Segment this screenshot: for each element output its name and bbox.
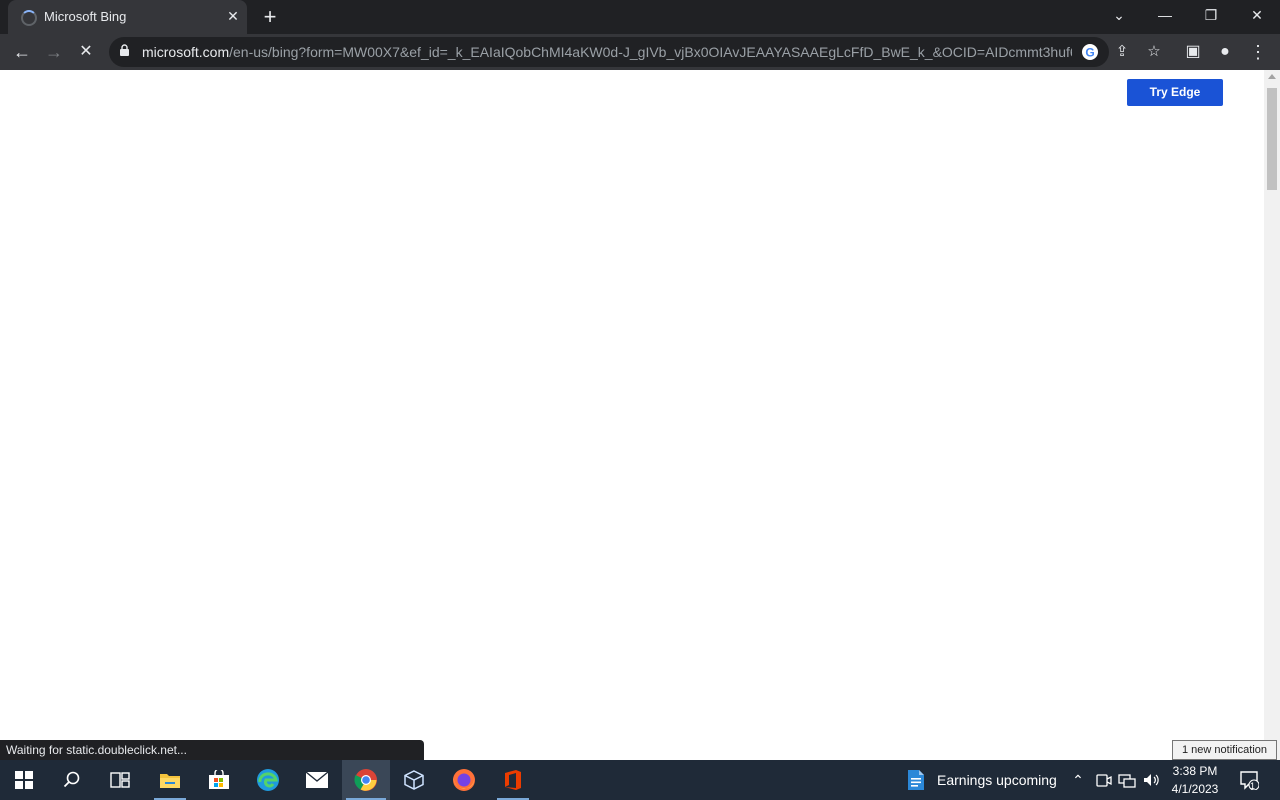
- tab-microsoft-bing[interactable]: Microsoft Bing ✕: [8, 0, 247, 34]
- tab-close-icon[interactable]: ✕: [225, 8, 241, 24]
- url-text[interactable]: microsoft.com/en-us/bing?form=MW00X7&ef_…: [142, 44, 1072, 60]
- office-icon: [505, 770, 521, 790]
- windows-taskbar: Earnings upcoming ⌃ 3:38 PM 4/1/2023 1: [0, 760, 1280, 800]
- store-icon: [209, 770, 229, 789]
- browser-menu-icon[interactable]: ⋮: [1246, 40, 1270, 64]
- taskbar-office[interactable]: [489, 760, 537, 800]
- minimize-button[interactable]: —: [1142, 0, 1188, 32]
- chrome-icon: [354, 769, 377, 791]
- taskbar-firefox[interactable]: [440, 760, 488, 800]
- file-explorer-icon: [160, 774, 180, 788]
- taskbar-mail[interactable]: [293, 760, 341, 800]
- meet-now-icon[interactable]: [1093, 770, 1113, 790]
- taskbar-chrome[interactable]: [342, 760, 390, 800]
- search-icon: [63, 771, 80, 788]
- edge-icon: [257, 769, 279, 791]
- loading-status-bubble: Waiting for static.doubleclick.net...: [0, 740, 424, 760]
- firefox-icon: [453, 769, 475, 791]
- address-bar[interactable]: microsoft.com/en-us/bing?form=MW00X7&ef_…: [109, 37, 1161, 67]
- loading-spinner-icon: [21, 10, 37, 26]
- svg-text:G: G: [1085, 46, 1094, 60]
- document-news-icon: [908, 770, 924, 790]
- share-icon[interactable]: ⇪: [1112, 42, 1132, 62]
- tab-title: Microsoft Bing: [44, 9, 127, 24]
- lock-icon[interactable]: [120, 44, 129, 56]
- new-tab-button[interactable]: +: [259, 6, 281, 28]
- taskbar-clock[interactable]: 3:38 PM 4/1/2023: [1164, 762, 1226, 798]
- virtualbox-icon: [404, 770, 424, 790]
- url-path: /en-us/bing?form=MW00X7&ef_id=_k_EAIaIQo…: [229, 44, 1072, 60]
- taskbar-virtualbox[interactable]: [390, 760, 438, 800]
- browser-tab-strip: Microsoft Bing ✕ + ⌄ — ❐ ✕: [0, 0, 1280, 34]
- stop-loading-button[interactable]: ✕: [74, 40, 98, 64]
- notification-count-badge: 1: [1250, 781, 1256, 791]
- browser-toolbar: ← → ✕ microsoft.com/en-us/bing?form=MW00…: [0, 34, 1280, 70]
- news-widget-text: Earnings upcoming: [937, 772, 1057, 788]
- restore-button[interactable]: ❐: [1188, 0, 1234, 32]
- tab-search-button[interactable]: ⌄: [1096, 0, 1142, 32]
- start-button[interactable]: [0, 760, 48, 800]
- mail-icon: [305, 771, 329, 788]
- taskbar-store[interactable]: [195, 760, 243, 800]
- taskbar-edge[interactable]: [244, 760, 292, 800]
- url-host: microsoft.com: [142, 44, 230, 60]
- page-scrollbar[interactable]: [1264, 70, 1280, 760]
- news-widget[interactable]: Earnings upcoming: [900, 760, 1060, 800]
- side-panel-icon[interactable]: ▣: [1181, 40, 1205, 64]
- forward-button[interactable]: →: [42, 40, 66, 64]
- taskbar-search-button[interactable]: [48, 760, 96, 800]
- clock-date: 4/1/2023: [1171, 782, 1219, 796]
- scrollbar-thumb[interactable]: [1267, 88, 1277, 190]
- action-center-button[interactable]: 1: [1232, 760, 1266, 800]
- show-hidden-icons-chevron-up-icon[interactable]: ⌃: [1068, 770, 1088, 790]
- taskbar-file-explorer[interactable]: [146, 760, 194, 800]
- try-edge-button[interactable]: Try Edge: [1127, 79, 1223, 106]
- clock-time: 3:38 PM: [1172, 764, 1218, 778]
- network-icon[interactable]: [1117, 770, 1137, 790]
- notification-icon: [1240, 771, 1259, 790]
- profile-icon[interactable]: ●: [1213, 40, 1237, 64]
- page-viewport: Try Edge: [0, 70, 1264, 760]
- task-view-icon: [110, 772, 130, 788]
- google-lens-icon[interactable]: G: [1080, 42, 1100, 62]
- windows-start-icon: [15, 771, 33, 789]
- volume-icon[interactable]: [1141, 770, 1161, 790]
- scroll-up-arrow-icon[interactable]: [1268, 74, 1276, 79]
- bookmark-star-icon[interactable]: ☆: [1144, 42, 1164, 62]
- back-button[interactable]: ←: [10, 40, 34, 64]
- close-window-button[interactable]: ✕: [1234, 0, 1280, 32]
- notification-tooltip: 1 new notification: [1172, 740, 1277, 760]
- task-view-button[interactable]: [96, 760, 144, 800]
